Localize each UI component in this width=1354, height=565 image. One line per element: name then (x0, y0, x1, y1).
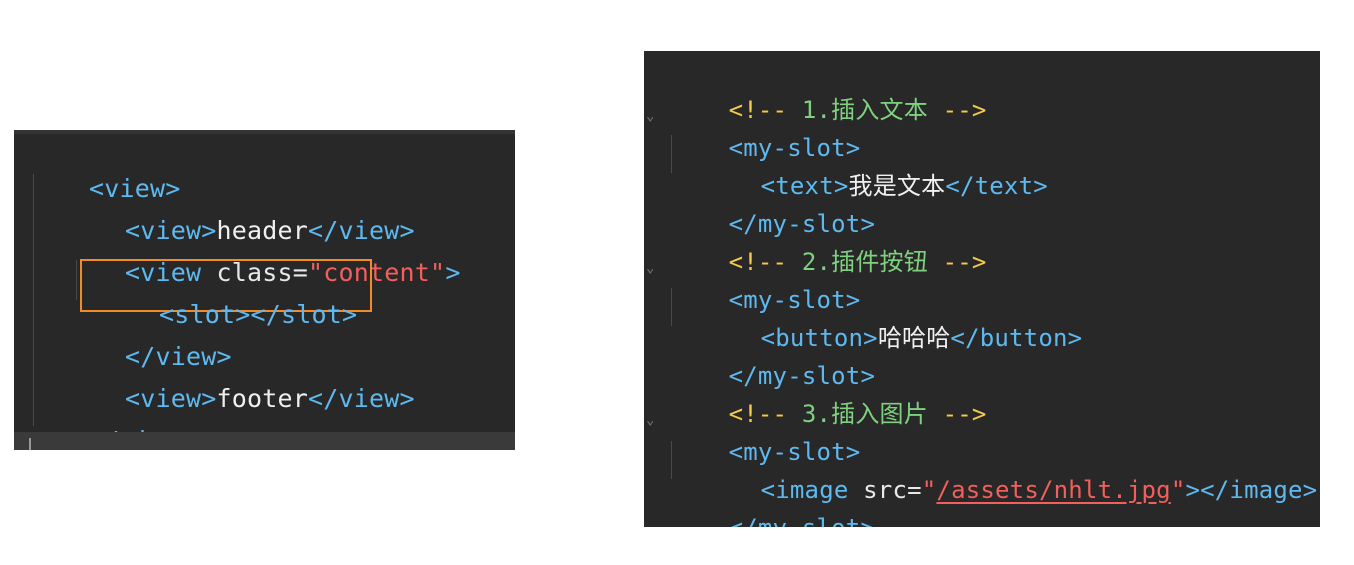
text-token: footer (216, 384, 309, 413)
tag-token: </slot> (250, 300, 358, 329)
chevron-down-icon[interactable]: ⌄ (646, 261, 656, 275)
comment-close-token: --> (927, 96, 987, 124)
path-link[interactable]: /assets/nhlt.jpg (936, 476, 1170, 504)
text-token: 哈哈哈 (877, 324, 951, 352)
string-token: " (921, 476, 937, 504)
tag-token: </button> (950, 324, 1083, 352)
comment-close-token: --> (927, 248, 987, 276)
chevron-down-icon[interactable]: ⌄ (646, 109, 656, 123)
left-code-editor: <view> <view>header</view> <view class="… (14, 130, 515, 450)
chevron-down-icon[interactable]: ⌄ (646, 413, 656, 427)
tag-token: </text> (945, 172, 1048, 200)
string-token: " (1170, 476, 1186, 504)
tag-token: > (445, 258, 461, 287)
tag-token: </view> (308, 384, 415, 413)
code-line: </my-slot> (670, 483, 875, 527)
tag-token: ></image> (1185, 476, 1318, 504)
comment-close-token: --> (927, 400, 987, 428)
text-cursor (29, 438, 31, 450)
scroll-shadow (14, 130, 515, 134)
tag-token: </my-slot> (729, 514, 876, 527)
right-code-editor: <!-- 1.插入文本 --> ⌄ <my-slot> <text>我是文本</… (644, 51, 1320, 527)
editor-bottom-strip (14, 432, 515, 450)
